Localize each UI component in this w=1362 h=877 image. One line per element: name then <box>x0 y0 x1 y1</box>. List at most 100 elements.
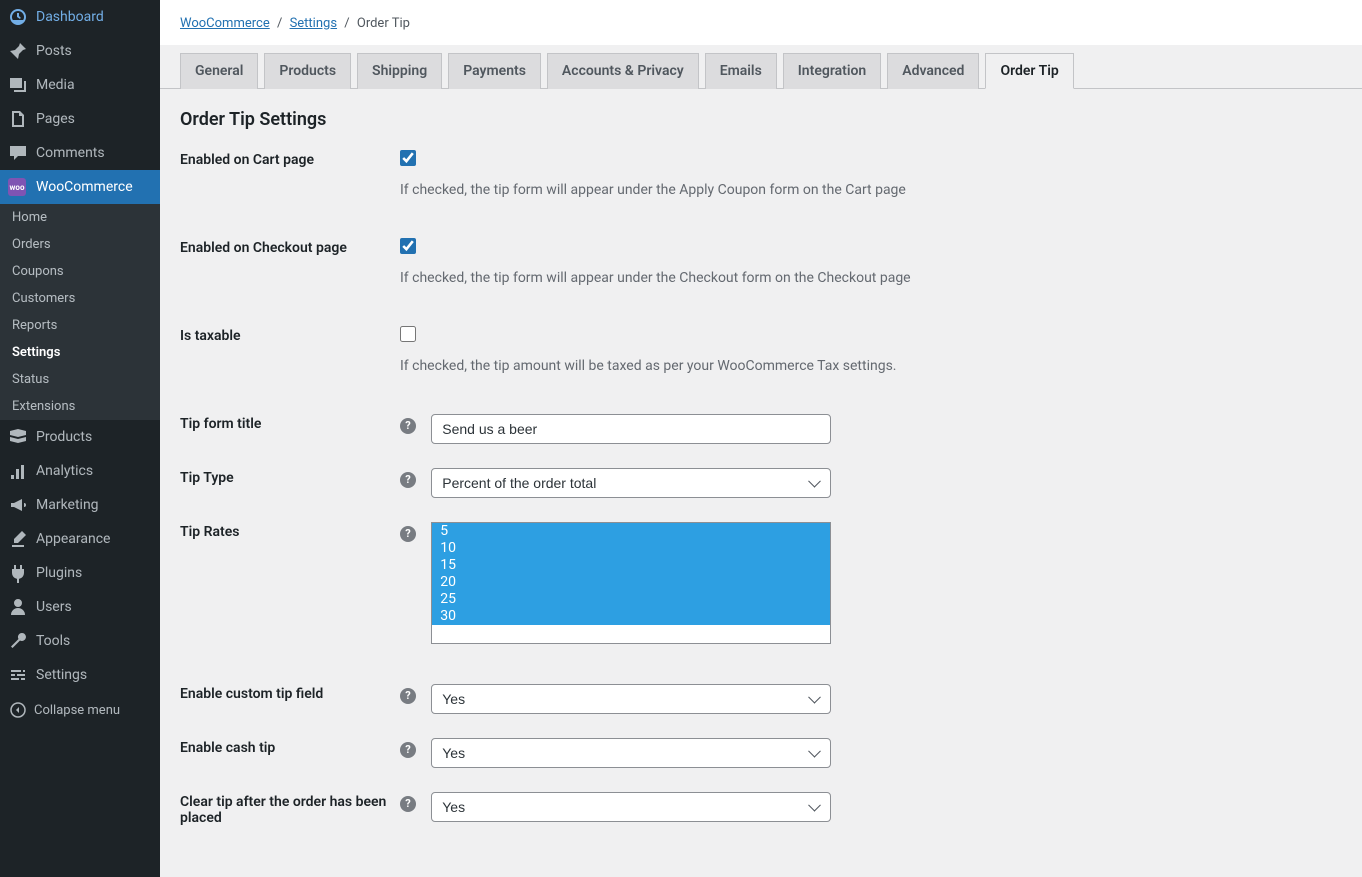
submenu-reports[interactable]: Reports <box>0 312 160 339</box>
sidebar-item-appearance[interactable]: Appearance <box>0 522 160 556</box>
sidebar-item-marketing[interactable]: Marketing <box>0 488 160 522</box>
tab-products[interactable]: Products <box>264 53 351 89</box>
pin-icon <box>8 41 28 61</box>
is-taxable-desc: If checked, the tip amount will be taxed… <box>400 358 1342 374</box>
submenu-coupons[interactable]: Coupons <box>0 258 160 285</box>
active-arrow-icon <box>152 179 168 195</box>
media-icon <box>8 75 28 95</box>
breadcrumb-sep: / <box>344 16 349 31</box>
tip-rates-multiselect[interactable]: 5 10 15 20 25 30 <box>431 522 831 644</box>
submenu-customers[interactable]: Customers <box>0 285 160 312</box>
main-content: WooCommerce / Settings / Order Tip Gener… <box>160 0 1362 877</box>
label-form-title: Tip form title <box>180 414 400 432</box>
sidebar-item-pages[interactable]: Pages <box>0 102 160 136</box>
menu-label: Marketing <box>36 497 99 513</box>
sidebar-item-tools[interactable]: Tools <box>0 624 160 658</box>
menu-label: Products <box>36 429 92 445</box>
menu-label: Users <box>36 599 72 615</box>
submenu-status[interactable]: Status <box>0 366 160 393</box>
tip-type-select[interactable]: Percent of the order total <box>431 468 831 498</box>
sidebar-item-woocommerce[interactable]: woo WooCommerce <box>0 170 160 204</box>
plugin-icon <box>8 563 28 583</box>
menu-label: Dashboard <box>36 9 104 25</box>
clear-tip-select[interactable]: Yes <box>431 792 831 822</box>
sidebar-item-posts[interactable]: Posts <box>0 34 160 68</box>
help-icon[interactable] <box>400 526 416 542</box>
tab-integration[interactable]: Integration <box>783 53 881 89</box>
tip-rate-option[interactable]: 10 <box>432 540 830 557</box>
sidebar-item-media[interactable]: Media <box>0 68 160 102</box>
label-tip-rates: Tip Rates <box>180 522 400 540</box>
submenu-settings[interactable]: Settings <box>0 339 160 366</box>
pages-icon <box>8 109 28 129</box>
menu-label: Tools <box>36 633 70 649</box>
analytics-icon <box>8 461 28 481</box>
help-icon[interactable] <box>400 742 416 758</box>
settings-tabs: General Products Shipping Payments Accou… <box>160 45 1362 89</box>
form-title-input[interactable] <box>431 414 831 444</box>
tip-rate-option[interactable]: 5 <box>432 523 830 540</box>
wrench-icon <box>8 631 28 651</box>
breadcrumb-current: Order Tip <box>357 16 410 31</box>
label-custom-tip: Enable custom tip field <box>180 684 400 702</box>
enabled-cart-checkbox[interactable] <box>400 150 416 166</box>
is-taxable-checkbox[interactable] <box>400 326 416 342</box>
sidebar-item-settings[interactable]: Settings <box>0 658 160 692</box>
cash-tip-select[interactable]: Yes <box>431 738 831 768</box>
sidebar-item-analytics[interactable]: Analytics <box>0 454 160 488</box>
tip-rate-option[interactable]: 25 <box>432 591 830 608</box>
tip-rate-option[interactable]: 30 <box>432 608 830 625</box>
woocommerce-submenu: Home Orders Coupons Customers Reports Se… <box>0 204 160 420</box>
tab-order-tip[interactable]: Order Tip <box>985 53 1073 89</box>
menu-label: Posts <box>36 43 72 59</box>
sidebar-item-dashboard[interactable]: Dashboard <box>0 0 160 34</box>
breadcrumb: WooCommerce / Settings / Order Tip <box>160 0 1362 45</box>
tip-rate-option[interactable]: 15 <box>432 557 830 574</box>
label-clear-tip: Clear tip after the order has been place… <box>180 792 400 826</box>
sidebar-item-plugins[interactable]: Plugins <box>0 556 160 590</box>
tab-accounts[interactable]: Accounts & Privacy <box>547 53 699 89</box>
help-icon[interactable] <box>400 796 416 812</box>
sidebar-item-comments[interactable]: Comments <box>0 136 160 170</box>
breadcrumb-settings-link[interactable]: Settings <box>290 16 337 31</box>
help-icon[interactable] <box>400 472 416 488</box>
help-icon[interactable] <box>400 418 416 434</box>
submenu-orders[interactable]: Orders <box>0 231 160 258</box>
tab-advanced[interactable]: Advanced <box>887 53 979 89</box>
comment-icon <box>8 143 28 163</box>
collapse-label: Collapse menu <box>34 703 120 718</box>
menu-label: WooCommerce <box>36 179 133 195</box>
tip-rate-option[interactable]: 20 <box>432 574 830 591</box>
submenu-home[interactable]: Home <box>0 204 160 231</box>
enabled-checkout-checkbox[interactable] <box>400 238 416 254</box>
submenu-extensions[interactable]: Extensions <box>0 393 160 420</box>
enabled-cart-desc: If checked, the tip form will appear und… <box>400 182 1342 198</box>
custom-tip-select[interactable]: Yes <box>431 684 831 714</box>
admin-sidebar: Dashboard Posts Media Pages Comments woo… <box>0 0 160 877</box>
menu-label: Pages <box>36 111 75 127</box>
sidebar-item-users[interactable]: Users <box>0 590 160 624</box>
megaphone-icon <box>8 495 28 515</box>
sliders-icon <box>8 665 28 685</box>
settings-body: Order Tip Settings Enabled on Cart page … <box>160 89 1362 870</box>
user-icon <box>8 597 28 617</box>
collapse-icon <box>8 700 28 720</box>
tab-emails[interactable]: Emails <box>705 53 777 89</box>
tab-general[interactable]: General <box>180 53 258 89</box>
menu-label: Comments <box>36 145 105 161</box>
dashboard-icon <box>8 7 28 27</box>
menu-label: Settings <box>36 667 87 683</box>
label-cash-tip: Enable cash tip <box>180 738 400 756</box>
collapse-menu-button[interactable]: Collapse menu <box>0 692 160 728</box>
label-is-taxable: Is taxable <box>180 326 400 344</box>
products-icon <box>8 427 28 447</box>
tab-payments[interactable]: Payments <box>448 53 541 89</box>
sidebar-item-products[interactable]: Products <box>0 420 160 454</box>
help-icon[interactable] <box>400 688 416 704</box>
menu-label: Media <box>36 77 75 93</box>
tab-shipping[interactable]: Shipping <box>357 53 442 89</box>
enabled-checkout-desc: If checked, the tip form will appear und… <box>400 270 1342 286</box>
menu-label: Analytics <box>36 463 93 479</box>
breadcrumb-woocommerce-link[interactable]: WooCommerce <box>180 16 270 31</box>
menu-label: Appearance <box>36 531 110 547</box>
